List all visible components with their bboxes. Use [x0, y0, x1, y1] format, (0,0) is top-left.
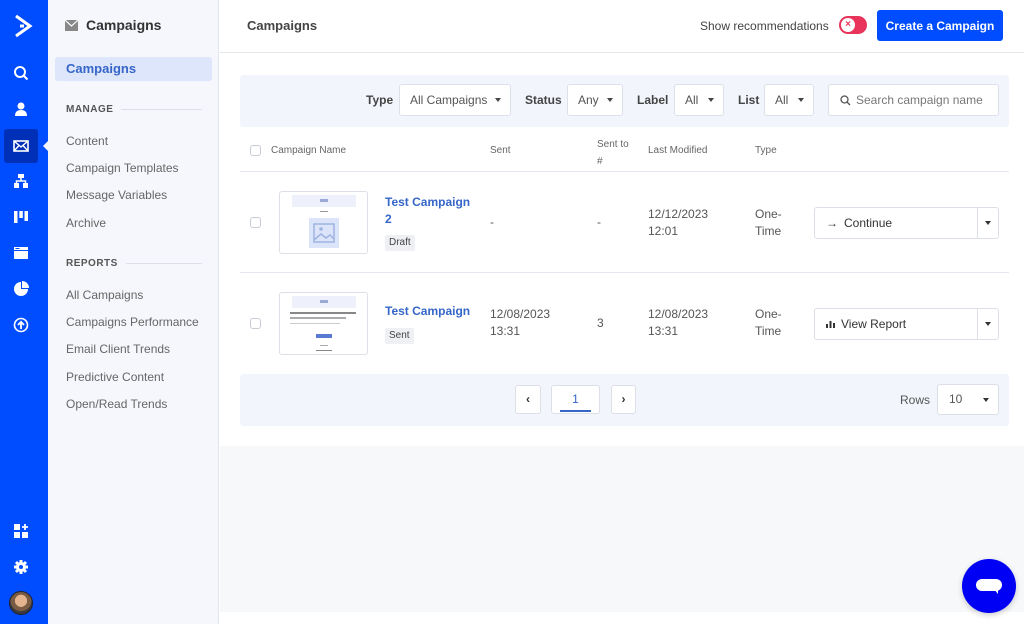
divider: [240, 272, 1009, 273]
column-header-sent[interactable]: Sent: [490, 145, 511, 156]
status-badge: Draft: [385, 235, 415, 251]
last-modified-value: 12/12/2023 12:01: [648, 207, 709, 238]
subnav-item-all-campaigns[interactable]: All Campaigns: [66, 288, 143, 302]
status-badge: Sent: [385, 328, 414, 344]
label-filter-select[interactable]: All: [674, 84, 724, 116]
type-value: One-Time: [755, 307, 782, 338]
sent-value: -: [490, 215, 494, 229]
subnav-item-open-read-trends[interactable]: Open/Read Trends: [66, 397, 167, 411]
contacts-icon[interactable]: [4, 92, 38, 126]
close-icon: ×: [841, 18, 855, 32]
subnav-item-campaigns[interactable]: Campaigns: [55, 57, 212, 81]
subnav-title-text: Campaigns: [86, 17, 162, 33]
type-value: One-Time: [755, 207, 782, 238]
arrow-right-icon: →: [826, 216, 838, 230]
campaign-thumbnail[interactable]: [279, 292, 368, 355]
page-header: Campaigns Show recommendations × Create …: [220, 0, 1024, 53]
subnav-item-content[interactable]: Content: [66, 134, 108, 148]
avatar[interactable]: [9, 591, 33, 615]
subnav-item-campaigns-performance[interactable]: Campaigns Performance: [66, 315, 199, 329]
type-filter-value: All Campaigns: [410, 93, 488, 107]
row-checkbox[interactable]: [250, 318, 261, 329]
subnav-item-archive[interactable]: Archive: [66, 216, 106, 230]
type-filter-select[interactable]: All Campaigns: [399, 84, 511, 116]
row-checkbox[interactable]: [250, 217, 261, 228]
caret-down-icon: [708, 98, 714, 102]
rows-per-page-select[interactable]: 10: [937, 384, 999, 415]
page-title: Campaigns: [247, 18, 318, 33]
site-icon[interactable]: [4, 236, 38, 270]
campaigns-subnav: Campaigns Campaigns MANAGE Content Campa…: [48, 0, 219, 624]
prev-page-button[interactable]: ‹: [515, 385, 541, 414]
caret-down-icon: [607, 98, 613, 102]
type-filter-label: Type: [366, 93, 394, 107]
create-campaign-button[interactable]: Create a Campaign: [877, 10, 1003, 41]
divider: [240, 171, 1009, 172]
sent-value: 12/08/2023 13:31: [490, 307, 551, 338]
search-icon: [840, 95, 851, 106]
view-report-button[interactable]: View Report: [814, 308, 999, 340]
chat-bubble-tail: [994, 589, 998, 594]
status-filter-label: Status: [525, 93, 562, 107]
campaign-thumbnail[interactable]: [279, 191, 368, 254]
list-filter-label: List: [738, 93, 760, 107]
rows-per-page-value: 10: [949, 392, 963, 406]
image-placeholder-icon: [309, 218, 339, 248]
subnav-title: Campaigns: [65, 17, 161, 33]
envelope-icon: [65, 19, 78, 31]
settings-icon[interactable]: [4, 550, 38, 584]
list-filter-select[interactable]: All: [764, 84, 814, 116]
campaigns-icon[interactable]: [4, 129, 38, 163]
upgrade-icon[interactable]: [4, 308, 38, 342]
empty-area: [220, 446, 1024, 612]
column-header-sent-to[interactable]: Sent to #: [597, 136, 635, 170]
column-header-type[interactable]: Type: [755, 145, 777, 156]
select-all-checkbox[interactable]: [250, 145, 261, 156]
subnav-item-email-client-trends[interactable]: Email Client Trends: [66, 342, 170, 356]
column-header-campaign-name[interactable]: Campaign Name: [271, 145, 346, 156]
subnav-item-campaign-templates[interactable]: Campaign Templates: [66, 161, 179, 175]
action-dropdown-toggle[interactable]: [977, 208, 999, 238]
next-page-button[interactable]: ›: [611, 385, 636, 414]
column-header-last-modified[interactable]: Last Modified: [648, 145, 707, 156]
campaign-name-link[interactable]: Test Campaign 2: [385, 194, 475, 228]
show-recommendations-toggle[interactable]: ×: [839, 16, 867, 34]
campaign-name-link[interactable]: Test Campaign: [385, 303, 475, 320]
subnav-item-predictive-content[interactable]: Predictive Content: [66, 370, 164, 384]
last-modified-value: 12/08/2023 13:31: [648, 307, 709, 338]
sent-to-value: -: [597, 215, 601, 229]
status-filter-value: Any: [578, 93, 599, 107]
pipelines-icon[interactable]: [4, 200, 38, 234]
subnav-item-message-variables[interactable]: Message Variables: [66, 188, 167, 202]
show-recommendations-label: Show recommendations: [700, 19, 829, 33]
campaign-search: [828, 84, 999, 116]
reports-heading: REPORTS: [66, 258, 202, 269]
chat-widget-button[interactable]: [962, 559, 1016, 613]
apps-icon[interactable]: [4, 514, 38, 548]
action-dropdown-toggle[interactable]: [977, 309, 999, 339]
logo-icon[interactable]: [10, 12, 38, 40]
rows-label: Rows: [900, 393, 931, 407]
search-input[interactable]: [856, 85, 996, 115]
reports-icon[interactable]: [4, 272, 38, 306]
label-filter-label: Label: [637, 93, 669, 107]
caret-down-icon: [495, 98, 501, 102]
page-1-button[interactable]: 1: [551, 385, 600, 414]
bar-chart-icon: [826, 321, 835, 328]
caret-down-icon: [798, 98, 804, 102]
caret-down-icon: [983, 398, 989, 402]
sent-to-value: 3: [597, 316, 604, 330]
label-filter-value: All: [685, 93, 699, 107]
automations-icon[interactable]: [4, 164, 38, 198]
manage-heading: MANAGE: [66, 104, 202, 115]
search-icon[interactable]: [4, 56, 38, 90]
list-filter-value: All: [775, 93, 789, 107]
icon-rail: [0, 0, 49, 624]
continue-button[interactable]: → Continue: [814, 207, 999, 239]
status-filter-select[interactable]: Any: [567, 84, 623, 116]
chat-bubble-icon: [976, 579, 1002, 591]
